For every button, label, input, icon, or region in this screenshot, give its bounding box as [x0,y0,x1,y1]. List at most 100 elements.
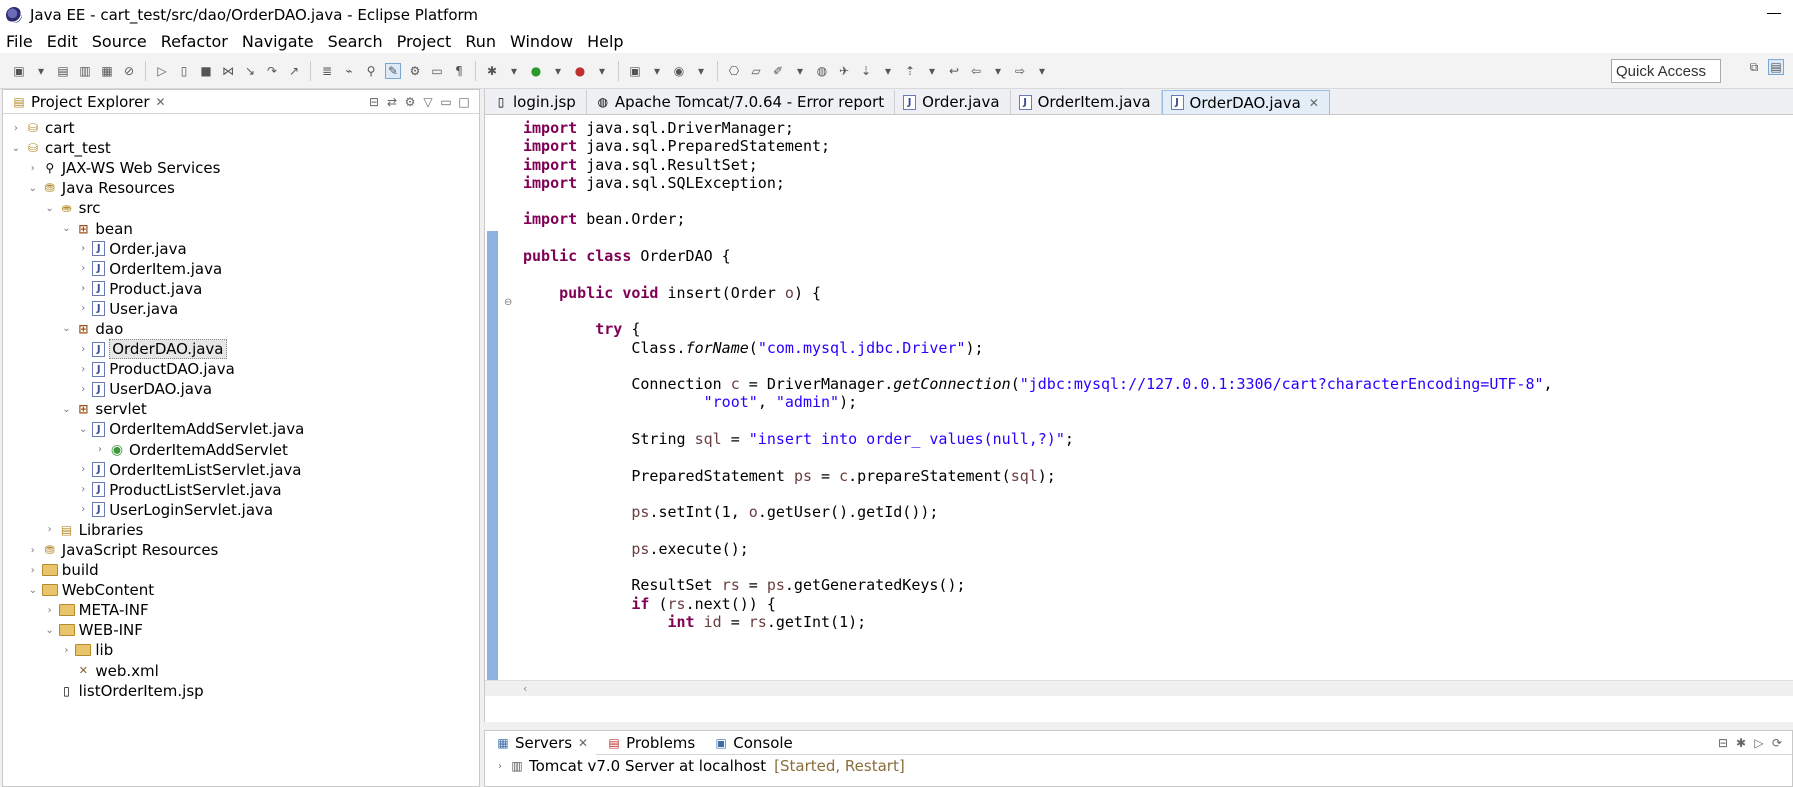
tree-item[interactable]: ▯ listOrderItem.jsp [3,681,479,701]
show-whitespace-icon[interactable]: ¶ [451,63,467,79]
scroll-left-icon[interactable]: ‹ [523,682,527,695]
close-icon[interactable]: ✕ [578,736,588,750]
tree-item[interactable]: ⌄ J OrderItemAddServlet.java [3,419,479,439]
dropdown-icon[interactable]: ▾ [1034,63,1050,79]
start-server-icon[interactable]: ▷ [1750,735,1768,751]
open-type-icon[interactable]: ⎔ [726,63,742,79]
collapse-arrow-icon[interactable]: ⌄ [43,203,57,214]
word-wrap-icon[interactable]: ▭ [429,63,445,79]
menu-run[interactable]: Run [465,32,496,51]
editor-tab[interactable]: ▯ login.jsp [485,90,587,114]
server-row[interactable]: › ▥ Tomcat v7.0 Server at localhost [Sta… [485,755,1792,777]
tree-item[interactable]: › J Order.java [3,239,479,259]
tree-item[interactable]: ⌄ ⛁ cart_test [3,138,479,158]
expand-arrow-icon[interactable]: › [76,283,90,294]
minimize-icon[interactable]: ▭ [437,94,455,110]
open-folder-icon[interactable]: ▱ [748,63,764,79]
tab-problems[interactable]: ▤ Problems [596,731,703,755]
horizontal-scrollbar[interactable]: ‹ [485,680,1793,696]
tree-item[interactable]: › ◉ OrderItemAddServlet [3,440,479,460]
dropdown-icon[interactable]: ▾ [594,63,610,79]
expand-arrow-icon[interactable]: › [76,303,90,314]
expand-arrow-icon[interactable]: › [59,645,73,656]
dropdown-icon[interactable]: ▾ [649,63,665,79]
collapse-arrow-icon[interactable]: ⌄ [26,183,40,194]
expand-arrow-icon[interactable]: › [76,364,90,375]
dropdown-icon[interactable]: ▾ [506,63,522,79]
expand-arrow-icon[interactable]: › [76,243,90,254]
menu-navigate[interactable]: Navigate [242,32,314,51]
step-over-icon[interactable]: ↷ [264,63,280,79]
tree-item[interactable]: › lib [3,640,479,660]
tree-item[interactable]: › J ProductListServlet.java [3,480,479,500]
next-annotation-icon[interactable]: ⇣ [858,63,874,79]
tree-item[interactable]: ⌄ ⊞ bean [3,218,479,238]
tab-servers[interactable]: ▦ Servers ✕ [485,730,597,755]
collapse-arrow-icon[interactable]: ⌄ [76,424,90,435]
tree-item[interactable]: › build [3,560,479,580]
expand-arrow-icon[interactable]: › [43,524,57,535]
profile-server-icon[interactable]: ⟳ [1768,735,1786,751]
editor-tab[interactable]: J OrderDAO.java ✕ [1161,90,1330,114]
tree-item[interactable]: › J ProductDAO.java [3,359,479,379]
suspend-icon[interactable]: ▯ [176,63,192,79]
collapse-icon[interactable]: ⊟ [1714,735,1732,751]
expand-arrow-icon[interactable]: › [26,565,40,576]
quick-access-input[interactable] [1611,59,1721,83]
web-browser-icon[interactable]: ◍ [814,63,830,79]
expand-arrow-icon[interactable]: › [76,504,90,515]
collapse-arrow-icon[interactable]: ⌄ [26,585,40,596]
collapse-arrow-icon[interactable]: ⌄ [43,625,57,636]
collapse-arrow-icon[interactable]: ⌄ [9,143,23,154]
dropdown-icon[interactable]: ▾ [924,63,940,79]
save-all-icon[interactable]: ▥ [77,63,93,79]
maximize-icon[interactable]: □ [455,94,473,110]
code-area[interactable]: ⊖ import java.sql.DriverManager; import j… [485,115,1793,696]
expand-arrow-icon[interactable]: › [76,344,90,355]
save-icon[interactable]: ▤ [55,63,71,79]
dropdown-icon[interactable]: ▾ [990,63,1006,79]
menu-help[interactable]: Help [587,32,623,51]
expand-arrow-icon[interactable]: › [76,484,90,495]
menu-refactor[interactable]: Refactor [161,32,228,51]
open-task-icon[interactable]: ✐ [770,63,786,79]
collapse-all-icon[interactable]: ⊟ [365,94,383,110]
expand-icon[interactable]: › [493,761,507,772]
dropdown-icon[interactable]: ▾ [693,63,709,79]
resume-icon[interactable]: ▷ [154,63,170,79]
menu-file[interactable]: File [6,32,33,51]
tree-item[interactable]: › J OrderItem.java [3,259,479,279]
dropdown-icon[interactable]: ▾ [33,63,49,79]
toggle-block-icon[interactable]: ⌁ [341,63,357,79]
collapse-arrow-icon[interactable]: ⌄ [59,223,73,234]
minimize-button[interactable] [1767,4,1781,14]
tree-item[interactable]: › META-INF [3,600,479,620]
project-explorer-tab[interactable]: ▤ Project Explorer ✕ [3,90,172,114]
filter-icon[interactable]: ⚙ [401,94,419,110]
open-perspective-icon[interactable]: ⧉ [1746,59,1762,75]
new-java-project-icon[interactable]: ▣ [627,63,643,79]
expand-arrow-icon[interactable]: › [26,545,40,556]
tree-item[interactable]: ⌄ WEB-INF [3,620,479,640]
debug-server-icon[interactable]: ✱ [1732,735,1750,751]
tree-item[interactable]: › J OrderItemListServlet.java [3,460,479,480]
menu-project[interactable]: Project [397,32,452,51]
tree-item[interactable]: ⌄ ⊞ dao [3,319,479,339]
previous-annotation-icon[interactable]: ⇡ [902,63,918,79]
expand-arrow-icon[interactable]: › [26,163,40,174]
tree-item[interactable]: ⌄ ⛂ src [3,198,479,218]
menu-edit[interactable]: Edit [47,32,78,51]
close-icon[interactable]: ✕ [1309,96,1319,110]
tab-console[interactable]: ▣ Console [703,731,801,755]
fold-icon[interactable]: ⊖ [504,297,512,308]
java-ee-perspective-icon[interactable]: ▤ [1768,59,1784,75]
editor-tab[interactable]: J Order.java [895,90,1011,114]
expand-arrow-icon[interactable]: › [93,444,107,455]
source-code[interactable]: import java.sql.DriverManager; import jav… [519,115,1553,696]
tree-item[interactable]: ⌄ ⛃ Java Resources [3,178,479,198]
menu-window[interactable]: Window [510,32,573,51]
dropdown-icon[interactable]: ▾ [880,63,896,79]
expand-arrow-icon[interactable]: › [76,464,90,475]
step-into-icon[interactable]: ↘ [242,63,258,79]
expand-arrow-icon[interactable]: › [76,263,90,274]
